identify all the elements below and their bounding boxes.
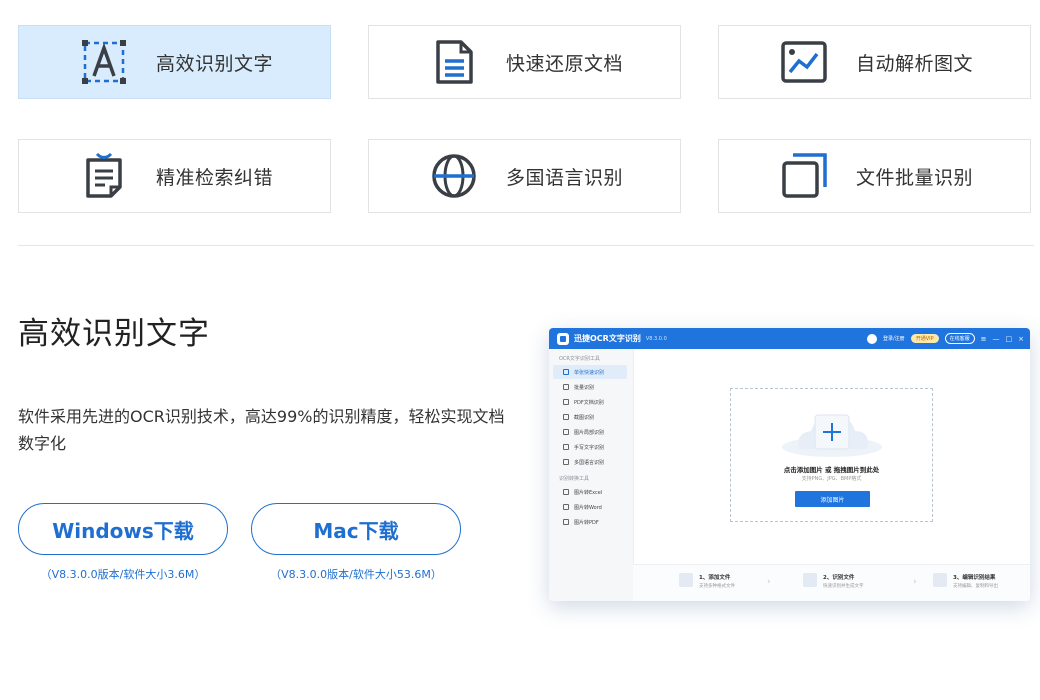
drop-title: 点击添加图片 或 拖拽图片到此处: [783, 466, 880, 474]
step-item: 3、编辑识别结果 支持编辑、复制和导出: [933, 573, 998, 589]
steps-bar: 1、添加文件 支持多种格式文件 › 2、识别文件 快速识别并生成文字 › 3、编辑识…: [633, 564, 1030, 601]
section-description: 软件采用先进的OCR识别技术，高达99%的识别精度，轻松实现文档数字化: [18, 407, 505, 453]
feature-card-proofread[interactable]: 精准检索纠错: [18, 139, 331, 213]
service-badge: 在线客服: [944, 333, 975, 344]
sidebar-item: 图片转Word: [553, 500, 627, 514]
item-icon: [563, 504, 569, 510]
app-logo-icon: [557, 332, 569, 345]
upload-cloud-icon: [781, 409, 883, 457]
proofread-doc-icon: [79, 151, 129, 201]
feature-card-document-restore[interactable]: 快速还原文档: [368, 25, 681, 99]
item-icon: [563, 369, 569, 375]
step-item: 2、识别文件 快速识别并生成文字: [803, 573, 864, 589]
feature-label: 精准检索纠错: [156, 166, 274, 189]
feature-label: 多国语言识别: [506, 166, 624, 189]
vip-badge: 开通VIP: [910, 334, 939, 343]
item-icon: [563, 414, 569, 420]
mac-version-info: （V8.3.0.0版本/软件大小53.6M）: [270, 568, 442, 581]
section-title: 高效识别文字: [18, 316, 210, 352]
feature-card-batch[interactable]: 文件批量识别: [718, 139, 1031, 213]
text-recognition-icon: [79, 37, 129, 87]
user-avatar-icon: [867, 333, 877, 344]
app-titlebar: 迅捷OCR文字识别 V8.3.0.0 登录/注册 开通VIP 在线客服 ≡ — …: [549, 328, 1030, 349]
chart-image-icon: [779, 37, 829, 87]
feature-label: 自动解析图文: [856, 52, 974, 75]
feature-card-multilang[interactable]: 多国语言识别: [368, 139, 681, 213]
app-sidebar: OCR文字识别工具 单张快速识别 批量识别 PDF文档识别 截图识别 图片局部识…: [549, 349, 634, 601]
menu-icon: ≡: [980, 334, 987, 343]
item-icon: [563, 429, 569, 435]
add-image-button: 添加图片: [795, 491, 870, 507]
add-file-icon: [679, 573, 693, 587]
item-icon: [563, 384, 569, 390]
sidebar-item: 图片局部识别: [553, 425, 627, 439]
sidebar-item: 多国语言识别: [553, 455, 627, 469]
feature-label: 快速还原文档: [506, 52, 624, 75]
minimize-icon: —: [992, 334, 1000, 343]
sidebar-item: 图片转Excel: [553, 485, 627, 499]
sidebar-item: 批量识别: [553, 380, 627, 394]
sidebar-item: 截图识别: [553, 410, 627, 424]
section-divider: [18, 245, 1034, 246]
sidebar-item: 图片转PDF: [553, 515, 627, 529]
edit-result-icon: [933, 573, 947, 587]
step-item: 1、添加文件 支持多种格式文件: [679, 573, 735, 589]
login-link: 登录/注册: [883, 336, 905, 342]
drop-hint: 支持PNG、JPG、BMP格式: [801, 476, 862, 482]
globe-icon: [429, 151, 479, 201]
feature-card-text-recognition[interactable]: 高效识别文字: [18, 25, 331, 99]
item-icon: [563, 444, 569, 450]
windows-version-info: （V8.3.0.0版本/软件大小3.6M）: [40, 568, 206, 581]
sidebar-item: 手写文字识别: [553, 440, 627, 454]
feature-card-auto-parse[interactable]: 自动解析图文: [718, 25, 1031, 99]
app-title: 迅捷OCR文字识别: [574, 334, 641, 343]
recognize-icon: [803, 573, 817, 587]
sidebar-item: PDF文档识别: [553, 395, 627, 409]
feature-label: 高效识别文字: [156, 52, 274, 75]
chevron-right-icon: ›: [913, 577, 917, 587]
close-icon: ×: [1018, 334, 1024, 343]
sidebar-group-label: OCR文字识别工具: [559, 356, 600, 362]
batch-files-icon: [779, 151, 829, 201]
windows-download-button[interactable]: Windows下载: [18, 503, 228, 555]
feature-label: 文件批量识别: [856, 166, 974, 189]
app-screenshot-preview: 迅捷OCR文字识别 V8.3.0.0 登录/注册 开通VIP 在线客服 ≡ — …: [549, 328, 1030, 601]
item-icon: [563, 519, 569, 525]
drop-zone: 点击添加图片 或 拖拽图片到此处 支持PNG、JPG、BMP格式 添加图片: [730, 388, 933, 522]
item-icon: [563, 459, 569, 465]
app-version: V8.3.0.0: [645, 335, 667, 342]
item-icon: [563, 399, 569, 405]
maximize-icon: □: [1005, 334, 1013, 343]
item-icon: [563, 489, 569, 495]
sidebar-group-label: 识别转换工具: [559, 476, 590, 482]
chevron-right-icon: ›: [767, 577, 771, 587]
sidebar-item: 单张快速识别: [553, 365, 627, 379]
mac-download-button[interactable]: Mac下载: [251, 503, 461, 555]
document-icon: [429, 37, 479, 87]
